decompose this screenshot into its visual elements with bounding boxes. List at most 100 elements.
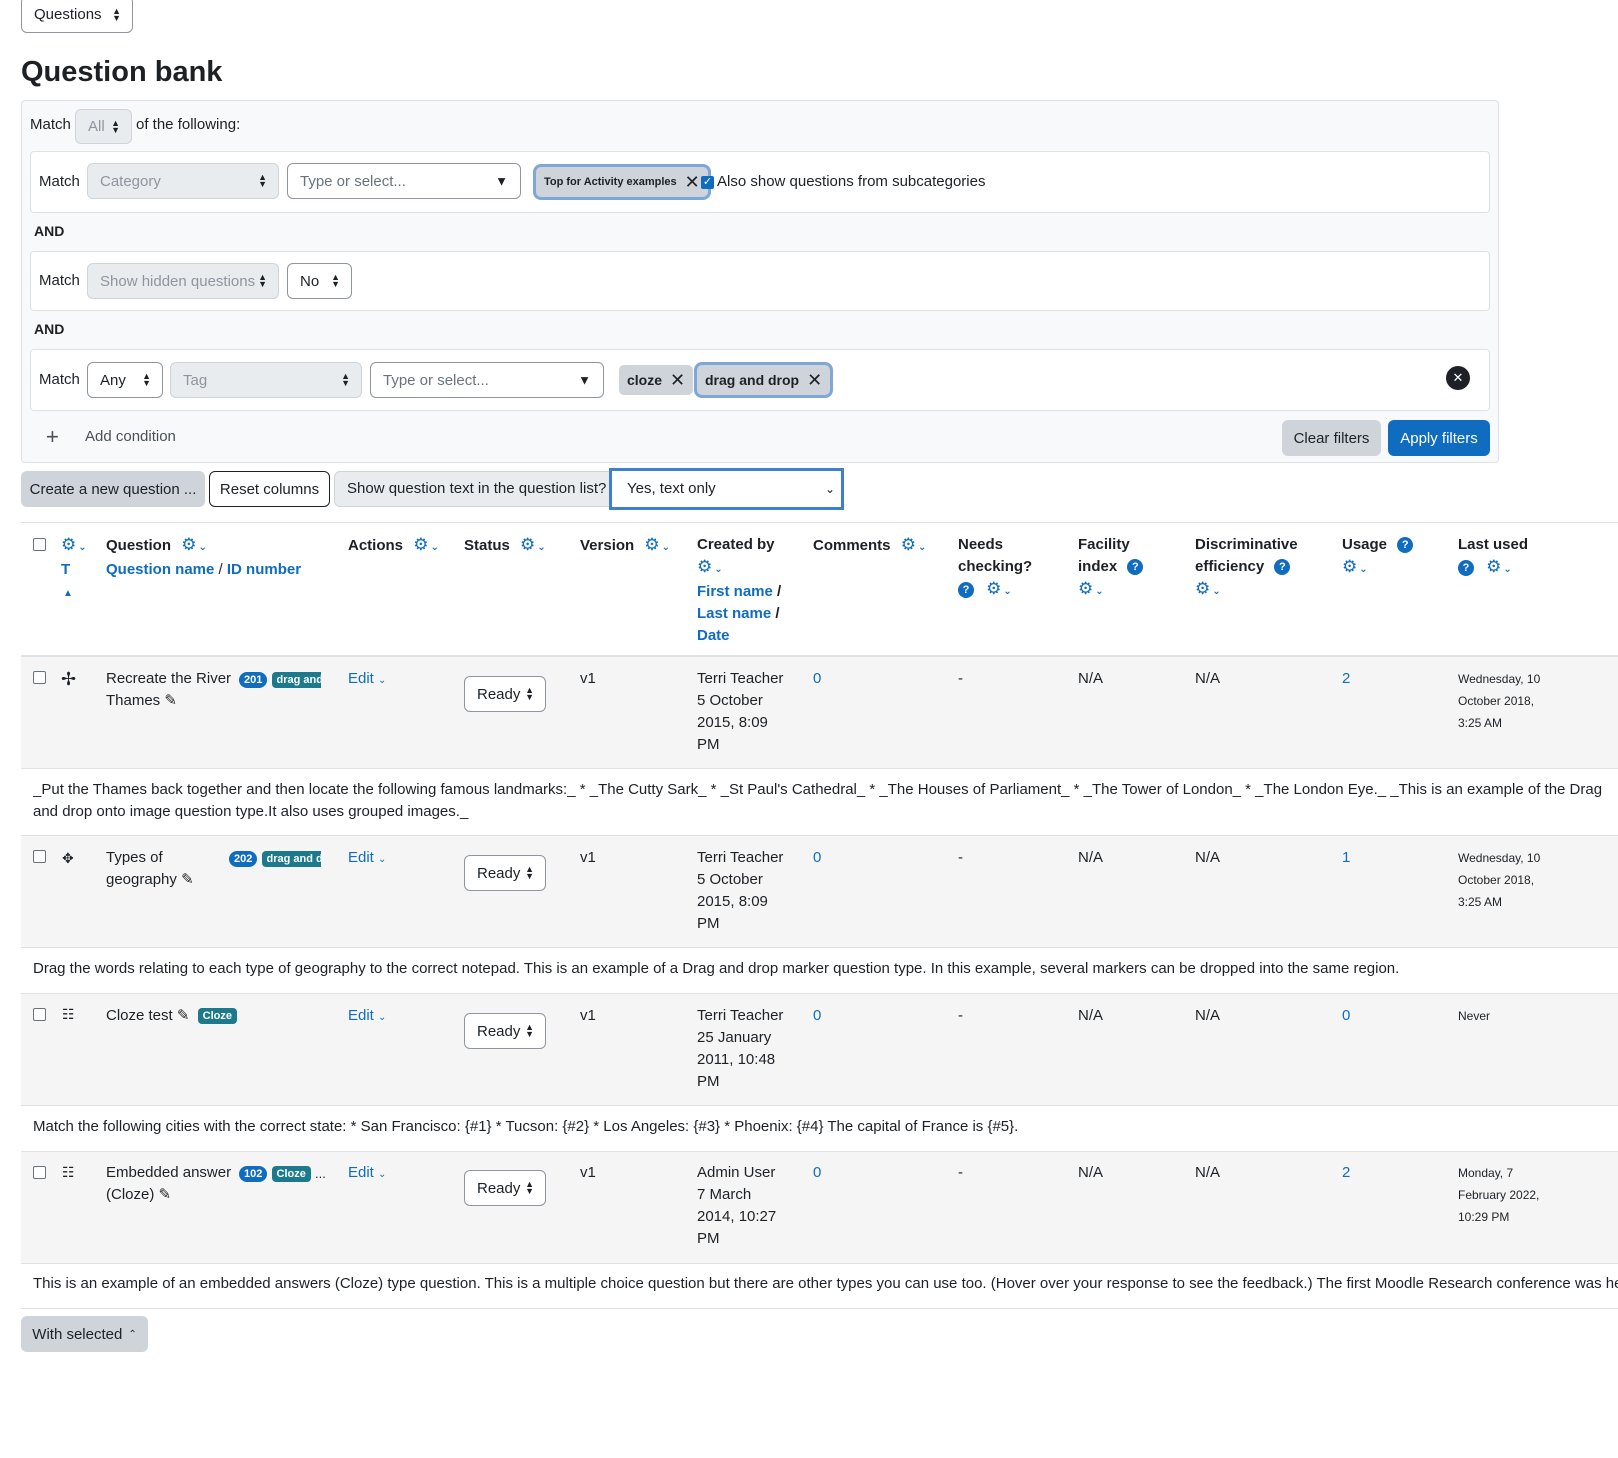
chevron-down-icon[interactable]: ⌄ (1359, 564, 1367, 575)
sort-id-number-link[interactable]: ID number (227, 561, 301, 578)
help-icon[interactable]: ? (958, 582, 974, 599)
clear-filters-button[interactable]: Clear filters (1282, 420, 1381, 456)
question-badges: 102 Cloze ... (239, 1165, 326, 1183)
category-selected-pill[interactable]: Top for Activity examples ✕ (536, 167, 708, 197)
gear-icon[interactable]: ⚙ (1486, 557, 1501, 576)
chevron-down-icon[interactable]: ⌄ (1503, 564, 1511, 575)
comments-link[interactable]: 0 (813, 1005, 821, 1027)
row-checkbox[interactable] (33, 850, 46, 863)
row-checkbox[interactable] (33, 1008, 46, 1021)
col-comments-header: Comments ⚙ ⌄ (813, 534, 926, 559)
help-icon[interactable]: ? (1458, 560, 1474, 577)
question-bank-nav-select[interactable]: Questions ▲ ▼ (21, 0, 133, 33)
edit-menu[interactable]: Edit ⌄ (348, 847, 386, 871)
edit-menu[interactable]: Edit ⌄ (348, 1005, 386, 1029)
gear-icon[interactable]: ⚙ (901, 535, 916, 554)
hidden-type-select[interactable]: Show hidden questions ▲ ▼ (87, 263, 279, 299)
chevron-down-icon[interactable]: ⌄ (662, 542, 670, 553)
sort-first-name-link[interactable]: First name (697, 583, 773, 600)
drag-drop-marker-type-icon: ✥ (62, 850, 74, 866)
help-icon[interactable]: ? (1127, 559, 1144, 576)
tag-pill-drag-and-drop[interactable]: drag and drop ✕ (697, 365, 831, 395)
sort-type-link[interactable]: T (61, 561, 70, 578)
status-value: Ready (477, 685, 521, 703)
usage-link[interactable]: 2 (1342, 668, 1350, 690)
pencil-icon[interactable]: ✎ (177, 1007, 190, 1024)
tag-mode-select[interactable]: Any ▲ ▼ (87, 362, 163, 398)
chevron-down-icon: ⌄ (378, 1012, 387, 1023)
row-checkbox[interactable] (33, 671, 46, 684)
usage-link[interactable]: 1 (1342, 847, 1350, 869)
last-used-line: October 2018, (1458, 873, 1535, 887)
edit-menu[interactable]: Edit ⌄ (348, 1162, 386, 1186)
chevron-down-icon[interactable]: ⌄ (714, 564, 722, 575)
tag-autocomplete-input[interactable]: Type or select... ▼ (370, 362, 604, 398)
status-value: Ready (477, 1179, 521, 1197)
reset-columns-button[interactable]: Reset columns (209, 471, 330, 507)
status-select[interactable]: Ready ▲ ▼ (464, 1013, 546, 1049)
apply-filters-button[interactable]: Apply filters (1388, 420, 1490, 456)
version-value: v1 (580, 1164, 596, 1181)
chevron-down-icon[interactable]: ⌄ (198, 542, 206, 553)
tag-pill-cloze[interactable]: cloze ✕ (619, 365, 694, 395)
pencil-icon[interactable]: ✎ (159, 1186, 172, 1203)
status-select[interactable]: Ready ▲ ▼ (464, 855, 546, 891)
gear-icon[interactable]: ⚙ (697, 557, 712, 576)
add-condition-link[interactable]: Add condition (85, 428, 176, 445)
gear-icon[interactable]: ⚙ (1195, 579, 1210, 598)
tag-type-select[interactable]: Tag ▲ ▼ (170, 362, 362, 398)
help-icon[interactable]: ? (1397, 537, 1414, 554)
sort-date-link[interactable]: Date (697, 627, 730, 644)
chevron-down-icon[interactable]: ⌄ (430, 542, 438, 553)
status-select[interactable]: Ready ▲ ▼ (464, 676, 546, 712)
gear-icon[interactable]: ⚙ (61, 535, 76, 554)
last-used-line: Monday, 7 (1458, 1166, 1514, 1180)
chevron-down-icon[interactable]: ⌄ (78, 542, 86, 553)
and-label-1: AND (34, 223, 65, 239)
comments-link[interactable]: 0 (813, 847, 821, 869)
remove-x-icon[interactable]: ✕ (670, 370, 685, 391)
gear-icon[interactable]: ⚙ (1342, 557, 1357, 576)
with-selected-button[interactable]: With selected ⌃ (21, 1316, 148, 1352)
gear-icon[interactable]: ⚙ (644, 535, 659, 554)
remove-x-icon[interactable]: ✕ (685, 172, 700, 193)
table-header-top-line (21, 522, 1618, 523)
gear-icon[interactable]: ⚙ (181, 535, 196, 554)
match-all-select[interactable]: All ▲ ▼ (75, 109, 132, 144)
usage-link[interactable]: 2 (1342, 1162, 1350, 1184)
gear-icon[interactable]: ⚙ (986, 579, 1001, 598)
chevron-down-icon[interactable]: ⌄ (1003, 586, 1011, 597)
create-new-question-button[interactable]: Create a new question ... (21, 471, 205, 507)
chevron-down-icon[interactable]: ⌄ (918, 542, 926, 553)
pencil-icon[interactable]: ✎ (181, 871, 194, 888)
sort-question-name-link[interactable]: Question name (106, 561, 214, 578)
help-icon[interactable]: ? (1274, 559, 1291, 576)
gear-icon[interactable]: ⚙ (413, 535, 428, 554)
row-divider (21, 947, 1618, 948)
plus-icon[interactable]: + (46, 424, 59, 450)
sort-last-name-link[interactable]: Last name (697, 605, 771, 622)
row-checkbox[interactable] (33, 1166, 46, 1179)
show-text-select[interactable]: Yes, text only ⌄ (609, 468, 844, 510)
status-select[interactable]: Ready ▲ ▼ (464, 1170, 546, 1206)
chevron-down-icon[interactable]: ⌄ (1212, 586, 1220, 597)
remove-x-icon[interactable]: ✕ (807, 370, 822, 391)
category-type-select[interactable]: Category ▲ ▼ (87, 163, 279, 199)
pencil-icon[interactable]: ✎ (164, 692, 177, 709)
remove-condition-icon[interactable]: ✕ (1446, 366, 1470, 390)
hidden-value-select[interactable]: No ▲ ▼ (287, 263, 352, 299)
comments-link[interactable]: 0 (813, 668, 821, 690)
tag-mode-value: Any (100, 371, 126, 389)
discrim-value: N/A (1195, 670, 1221, 687)
tag-badge: Cloze (271, 1166, 311, 1183)
edit-menu[interactable]: Edit ⌄ (348, 668, 386, 692)
usage-link[interactable]: 0 (1342, 1005, 1350, 1027)
chevron-down-icon[interactable]: ⌄ (1095, 586, 1103, 597)
chevron-down-icon[interactable]: ⌄ (537, 542, 545, 553)
select-all-checkbox[interactable] (33, 538, 46, 551)
subcategories-checkbox[interactable]: ✓ (701, 176, 714, 189)
gear-icon[interactable]: ⚙ (520, 535, 535, 554)
comments-link[interactable]: 0 (813, 1162, 821, 1184)
gear-icon[interactable]: ⚙ (1078, 579, 1093, 598)
category-autocomplete-input[interactable]: Type or select... ▼ (287, 163, 521, 199)
